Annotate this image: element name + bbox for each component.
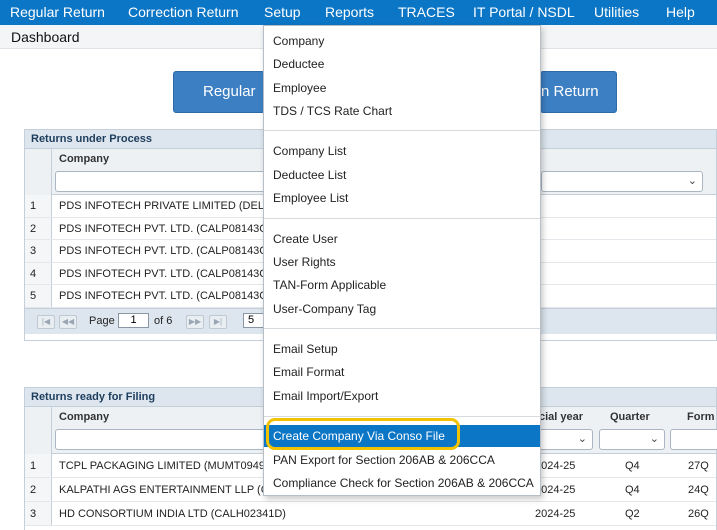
menu-item-employee-list[interactable]: Employee List — [264, 187, 540, 209]
financial-year-filter-select[interactable]: ⌄ — [534, 429, 593, 450]
quarter-column-header[interactable]: Quarter — [610, 411, 650, 423]
financial-year-cell: 2024-25 — [535, 508, 576, 520]
row-number: 2 — [25, 478, 52, 501]
correction-return-button[interactable]: n Return — [540, 71, 617, 113]
financial-year-column-header[interactable]: cial year — [539, 411, 583, 423]
menu-divider — [264, 416, 540, 417]
prev-page-icon[interactable]: ◀◀ — [59, 314, 77, 329]
page-size-select[interactable] — [243, 312, 265, 328]
row-number: 1 — [25, 454, 52, 477]
company-cell: TCPL PACKAGING LIMITED (MUMT09495 — [59, 460, 272, 472]
row-number-header — [25, 407, 52, 454]
menu-item-compliance-check[interactable]: Compliance Check for Section 206AB & 206… — [264, 472, 540, 494]
menu-divider — [264, 218, 540, 219]
company-cell: HD CONSORTIUM INDIA LTD (CALH02341D) — [59, 508, 286, 520]
form-filter-select[interactable] — [670, 429, 717, 450]
top-menubar: Regular Return Correction Return Setup R… — [0, 0, 717, 25]
menu-correction-return[interactable]: Correction Return — [128, 0, 239, 25]
company-cell: PDS INFOTECH PVT. LTD. (CALP08143C) — [59, 290, 271, 302]
menu-item-company[interactable]: Company — [264, 30, 540, 52]
row-number: 4 — [25, 262, 52, 284]
row-number-header — [25, 149, 52, 195]
next-page-icon[interactable]: ▶▶ — [186, 314, 204, 329]
row-number: 3 — [25, 240, 52, 262]
menu-item-email-format[interactable]: Email Format — [264, 361, 540, 383]
menu-item-tan-form[interactable]: TAN-Form Applicable — [264, 274, 540, 296]
company-filter-input[interactable] — [55, 171, 295, 192]
regular-return-button[interactable]: Regular R — [173, 71, 265, 140]
menu-divider — [264, 328, 540, 329]
menu-item-email-import-export[interactable]: Email Import/Export — [264, 385, 540, 407]
financial-year-cell: 2024-25 — [535, 460, 576, 472]
financial-year-cell: 2024-25 — [535, 484, 576, 496]
row-number: 1 — [25, 195, 52, 217]
row-number: 2 — [25, 217, 52, 239]
page-number-input[interactable] — [118, 312, 149, 328]
menu-item-company-list[interactable]: Company List — [264, 140, 540, 162]
form-cell: 24Q — [688, 484, 709, 496]
quarter-cell: Q2 — [625, 508, 640, 520]
company-filter-input[interactable] — [55, 429, 295, 450]
menu-setup[interactable]: Setup — [264, 0, 301, 25]
menu-item-rate-chart[interactable]: TDS / TCS Rate Chart — [264, 100, 540, 122]
table-row[interactable]: 3 HD CONSORTIUM INDIA LTD (CALH02341D) 2… — [25, 502, 716, 526]
row-number: 5 — [25, 285, 52, 307]
breadcrumb-dashboard[interactable]: Dashboard — [11, 29, 80, 45]
highlight-ring — [266, 418, 460, 450]
menu-reports[interactable]: Reports — [325, 0, 374, 25]
page-label: Page — [89, 314, 115, 327]
form-column-header[interactable]: Form — [687, 411, 715, 423]
menu-regular-return[interactable]: Regular Return — [10, 0, 105, 25]
menu-it-portal-nsdl[interactable]: IT Portal / NSDL — [473, 0, 575, 25]
chevron-down-icon: ⌄ — [687, 175, 697, 187]
menu-item-user-company-tag[interactable]: User-Company Tag — [264, 298, 540, 320]
menu-help[interactable]: Help — [666, 0, 695, 25]
company-cell: PDS INFOTECH PVT. LTD. (CALP08143C) — [59, 245, 271, 257]
menu-traces[interactable]: TRACES — [398, 0, 455, 25]
quarter-filter-select[interactable]: ⌄ — [599, 429, 665, 450]
quarter-cell: Q4 — [625, 484, 640, 496]
form-cell: 27Q — [688, 460, 709, 472]
menu-item-pan-export[interactable]: PAN Export for Section 206AB & 206CCA — [264, 449, 540, 471]
status-filter-select[interactable]: ⌄ — [541, 171, 703, 192]
menu-item-deductee-list[interactable]: Deductee List — [264, 164, 540, 186]
chevron-down-icon: ⌄ — [577, 433, 587, 445]
company-cell: KALPATHI AGS ENTERTAINMENT LLP (C — [59, 484, 269, 496]
last-page-icon[interactable]: ▶| — [209, 314, 227, 329]
company-cell: PDS INFOTECH PVT. LTD. (CALP08143C) — [59, 222, 271, 235]
company-cell: PDS INFOTECH PVT. LTD. (CALP08143C) — [59, 267, 271, 280]
menu-item-deductee[interactable]: Deductee — [264, 53, 540, 75]
menu-item-employee[interactable]: Employee — [264, 77, 540, 99]
menu-divider — [264, 130, 540, 131]
form-cell: 26Q — [688, 508, 709, 520]
quarter-cell: Q4 — [625, 460, 640, 472]
chevron-down-icon: ⌄ — [649, 433, 659, 445]
row-number: 3 — [25, 502, 52, 525]
company-column-header[interactable]: Company — [59, 153, 109, 165]
first-page-icon[interactable]: |◀ — [37, 314, 55, 329]
menu-item-user-rights[interactable]: User Rights — [264, 251, 540, 273]
menu-utilities[interactable]: Utilities — [594, 0, 639, 25]
menu-item-create-user[interactable]: Create User — [264, 228, 540, 250]
page-count-label: of 6 — [154, 314, 173, 327]
company-column-header[interactable]: Company — [59, 411, 109, 423]
menu-item-email-setup[interactable]: Email Setup — [264, 338, 540, 360]
company-cell: PDS INFOTECH PRIVATE LIMITED (DELS — [59, 200, 272, 212]
